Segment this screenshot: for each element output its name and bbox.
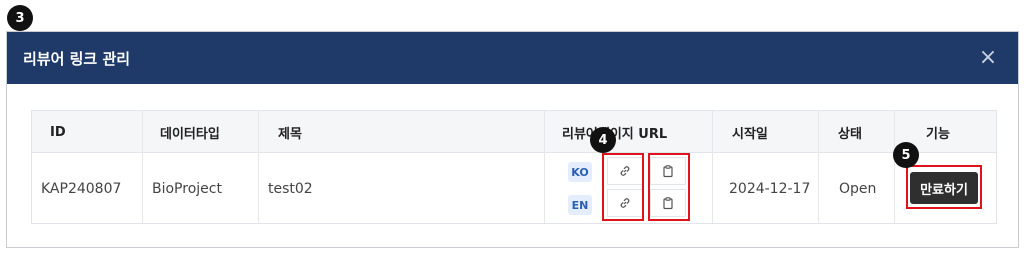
- close-button[interactable]: ×: [976, 46, 1000, 70]
- cell-status: Open: [839, 180, 877, 197]
- annotation-marker-5: 5: [893, 142, 919, 168]
- cell-data-type: BioProject: [152, 180, 222, 197]
- column-divider: [894, 111, 895, 223]
- header-function: 기능: [926, 126, 950, 142]
- highlight-link-buttons: [602, 153, 644, 221]
- highlight-copy-buttons: [648, 153, 690, 221]
- dialog-header: 리뷰어 링크 관리 ×: [7, 32, 1018, 84]
- reviewer-link-dialog: 리뷰어 링크 관리 × ID 데이터타입 제목 리뷰어페이지 URL 시작일 상…: [6, 31, 1019, 248]
- highlight-expire-button: [906, 165, 982, 209]
- dialog-title: 리뷰어 링크 관리: [23, 49, 131, 68]
- header-status: 상태: [838, 126, 862, 142]
- column-divider: [142, 111, 143, 223]
- header-reviewer-url: 리뷰어페이지 URL: [562, 126, 668, 142]
- annotation-marker-4: 4: [590, 127, 616, 153]
- reviewer-link-table: ID 데이터타입 제목 리뷰어페이지 URL 시작일 상태 기능 KAP2408…: [31, 110, 997, 224]
- column-divider: [712, 111, 713, 223]
- cell-id: KAP240807: [41, 180, 122, 197]
- column-divider: [818, 111, 819, 223]
- close-icon: ×: [978, 45, 998, 70]
- column-divider: [544, 111, 545, 223]
- header-data-type: 데이터타입: [160, 126, 220, 142]
- annotation-marker-3: 3: [7, 5, 33, 31]
- header-id: ID: [50, 124, 66, 140]
- lang-badge-en: EN: [568, 195, 592, 215]
- column-divider: [258, 111, 259, 223]
- lang-badge-ko: KO: [568, 162, 592, 182]
- cell-title: test02: [268, 180, 313, 197]
- cell-start-date: 2024-12-17: [729, 180, 811, 197]
- header-title: 제목: [278, 126, 302, 142]
- header-start-date: 시작일: [732, 126, 768, 142]
- table-header-row: ID 데이터타입 제목 리뷰어페이지 URL 시작일 상태 기능: [32, 111, 996, 153]
